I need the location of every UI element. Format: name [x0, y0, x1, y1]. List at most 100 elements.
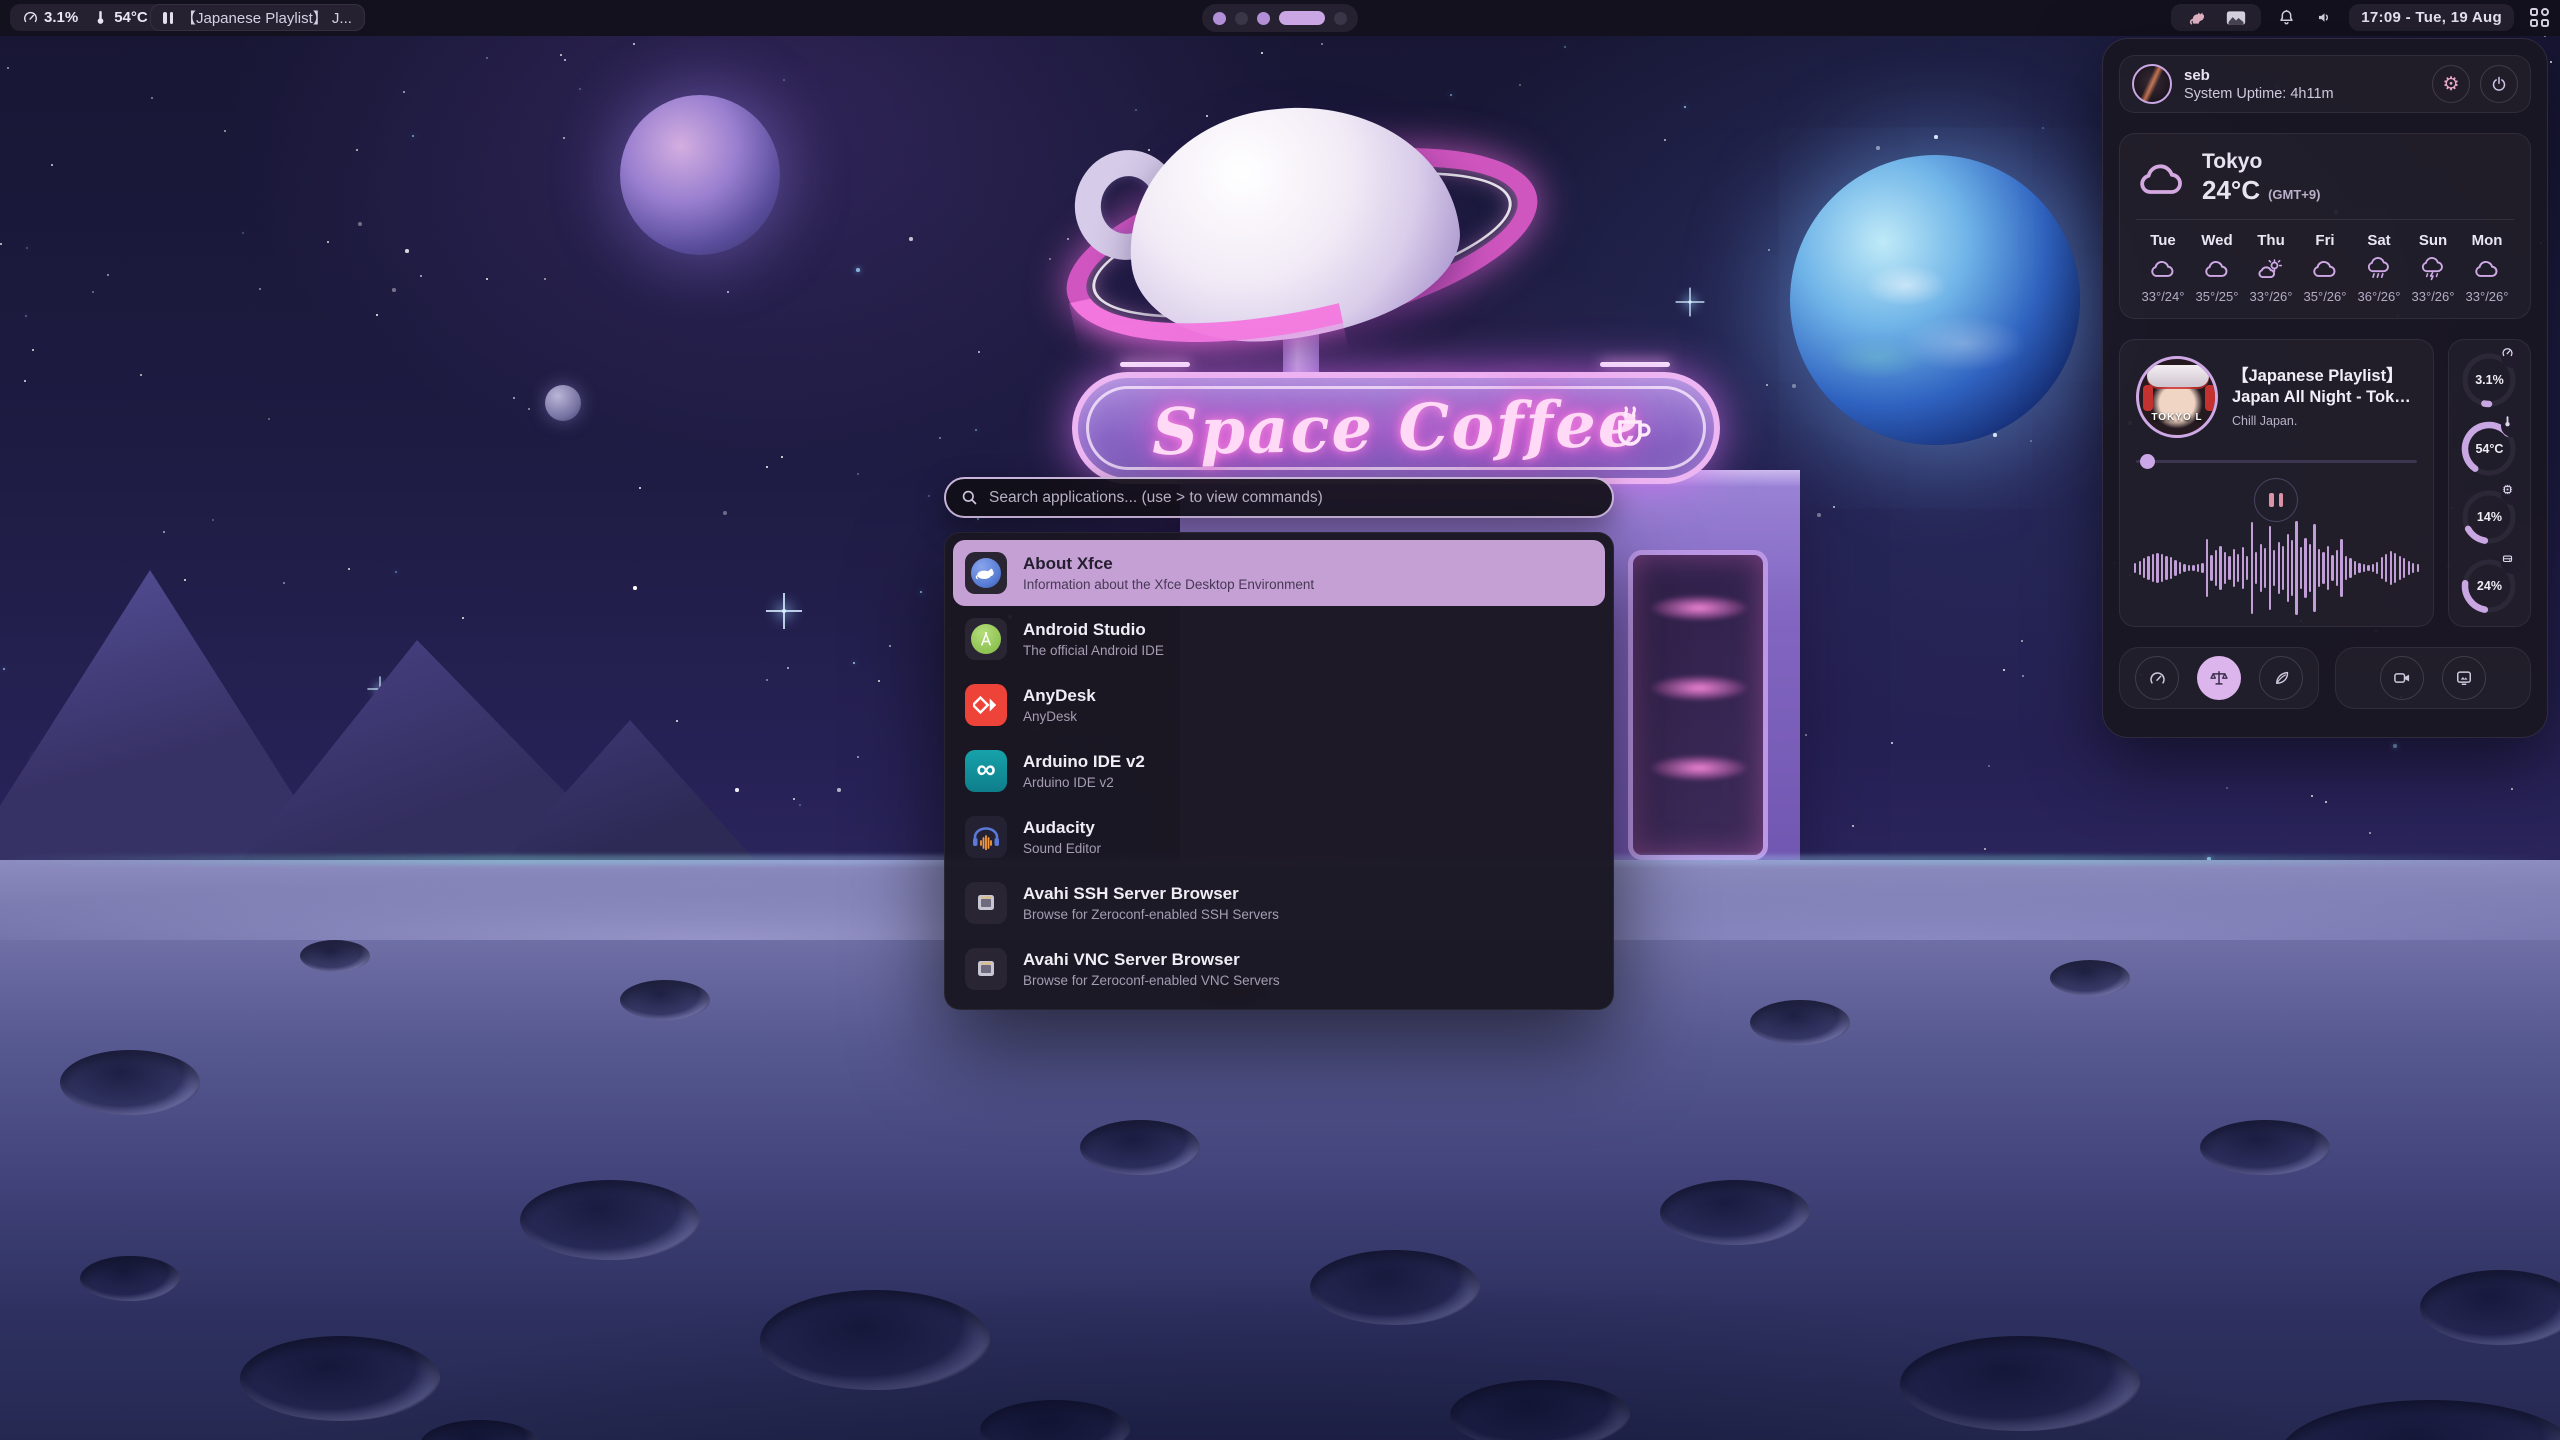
temp-gauge: 54°C: [2459, 419, 2519, 479]
workspace-dot-3[interactable]: [1257, 12, 1270, 25]
workspace-indicator: [1202, 4, 1358, 32]
star: [766, 679, 768, 681]
anydesk-icon: [965, 684, 1007, 726]
volume-icon[interactable]: [2311, 5, 2337, 31]
crater: [1660, 1180, 1810, 1245]
user-card: seb System Uptime: 4h11m ⚙: [2119, 55, 2531, 113]
system-gauges: 3.1% 54°C 14% 24%: [2448, 339, 2531, 627]
wave-bar: [2390, 551, 2392, 586]
bell-icon[interactable]: [2273, 5, 2299, 31]
search-input[interactable]: [989, 489, 1598, 507]
wave-bar: [2161, 554, 2163, 583]
wave-bar: [2273, 550, 2275, 586]
wave-bar: [2336, 550, 2338, 586]
scales-mode-button[interactable]: [2197, 656, 2241, 700]
star: [268, 418, 270, 420]
app-name: About Xfce: [1023, 554, 1314, 574]
app-row-anydesk[interactable]: AnyDesk AnyDesk: [953, 672, 1605, 738]
star: [878, 680, 880, 682]
screenshot-icon: [2454, 668, 2474, 688]
app-desc: AnyDesk: [1023, 709, 1096, 724]
avatar[interactable]: [2132, 64, 2172, 104]
star: [412, 135, 414, 137]
wave-bar: [2300, 547, 2302, 589]
app-name: Audacity: [1023, 818, 1101, 838]
star: [787, 667, 789, 669]
app-row-arduino[interactable]: ∞ Arduino IDE v2 Arduino IDE v2: [953, 738, 1605, 804]
star: [857, 473, 859, 475]
star: [486, 57, 488, 59]
screen-record-button[interactable]: [2380, 656, 2424, 700]
workspace-dot-1[interactable]: [1213, 12, 1226, 25]
app-launcher: About Xfce Information about the Xfce De…: [944, 477, 1614, 1010]
app-row-audacity[interactable]: Audacity Sound Editor: [953, 804, 1605, 870]
media-pill-button[interactable]: 【Japanese Playlist】 J...: [150, 4, 365, 31]
star: [1564, 46, 1566, 48]
weather-card: Tokyo 24°C (GMT+9) Tue 33°/24° Wed 35°/2…: [2119, 133, 2531, 319]
power-button[interactable]: [2480, 65, 2518, 103]
xfce-mouse-icon: [965, 552, 1007, 594]
star: [2311, 795, 2313, 797]
star: [853, 662, 855, 664]
top-panel: 3.1% 54°C 6.8G 【Japanese Playlist】 J...: [0, 0, 2560, 36]
crater: [2420, 1270, 2560, 1345]
wave-bar: [2228, 556, 2230, 579]
settings-button[interactable]: ⚙: [2432, 65, 2470, 103]
star: [528, 408, 530, 410]
star: [51, 164, 53, 166]
star: [242, 232, 244, 234]
weather-city: Tokyo: [2202, 150, 2320, 174]
star: [224, 130, 226, 132]
app-row-android-studio[interactable]: Android Studio The official Android IDE: [953, 606, 1605, 672]
wave-bar: [2345, 556, 2347, 579]
star: [766, 466, 768, 468]
workspace-dot-2[interactable]: [1235, 12, 1248, 25]
leaf-mode-button[interactable]: [2259, 656, 2303, 700]
bright-star: [782, 609, 786, 613]
gauge-mode-button[interactable]: [2135, 656, 2179, 700]
purple-planet: [620, 95, 780, 255]
star: [633, 43, 635, 45]
wave-bar: [2139, 561, 2141, 574]
chip-icon: [2501, 483, 2523, 505]
app-row-about-xfce[interactable]: About Xfce Information about the Xfce De…: [953, 540, 1605, 606]
screenshot-button[interactable]: [2442, 656, 2486, 700]
wave-bar: [2156, 553, 2158, 584]
wave-bar: [2260, 544, 2262, 592]
wave-bar: [2215, 550, 2217, 586]
app-row-avahi-ssh[interactable]: Avahi SSH Server Browser Browse for Zero…: [953, 870, 1605, 936]
star: [26, 247, 28, 249]
wave-bar: [2403, 558, 2405, 577]
cat-icon[interactable]: [2183, 5, 2209, 31]
wave-bar: [2197, 564, 2199, 572]
apps-grid-icon[interactable]: [2526, 5, 2552, 31]
wave-bar: [2170, 557, 2172, 578]
clock-pill[interactable]: 17:09 - Tue, 19 Aug: [2349, 4, 2514, 31]
uptime-label: System Uptime: 4h11m: [2184, 86, 2334, 102]
thermometer-icon: [2501, 415, 2523, 437]
star: [1934, 135, 1938, 139]
pause-button[interactable]: [2254, 478, 2298, 522]
crater: [2200, 1120, 2330, 1175]
star: [1766, 384, 1768, 386]
star: [857, 756, 859, 758]
star: [1049, 258, 1051, 260]
search-bar[interactable]: [944, 477, 1614, 518]
weather-timezone: (GMT+9): [2268, 187, 2320, 202]
small-moon: [545, 385, 581, 421]
app-row-avahi-vnc[interactable]: Avahi VNC Server Browser Browse for Zero…: [953, 936, 1605, 1002]
star: [1792, 384, 1796, 388]
tools-pill: [2171, 4, 2261, 31]
star: [32, 349, 34, 351]
star: [1817, 513, 1821, 517]
bright-star: [1688, 300, 1691, 303]
wallpaper-icon[interactable]: [2223, 5, 2249, 31]
cloud-icon: [2202, 257, 2232, 281]
workspace-dot-4-active[interactable]: [1279, 11, 1325, 25]
star: [2021, 640, 2023, 642]
media-progress-slider[interactable]: [2136, 454, 2417, 468]
workspace-dot-5[interactable]: [1334, 12, 1347, 25]
crater: [240, 1336, 440, 1421]
star: [920, 591, 922, 593]
slider-knob[interactable]: [2140, 454, 2155, 469]
